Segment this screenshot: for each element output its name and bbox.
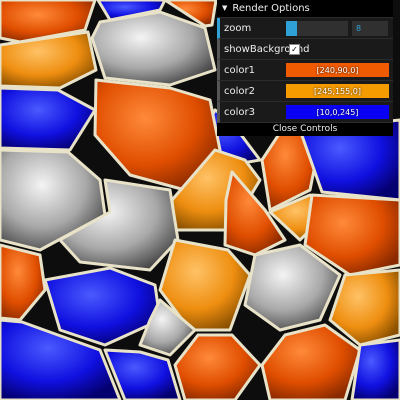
glass-cell	[350, 338, 400, 400]
zoom-slider[interactable]	[286, 20, 348, 36]
zoom-label: zoom	[224, 22, 252, 34]
folder-title: Render Options	[232, 3, 310, 14]
color1-swatch[interactable]: [240,90,0]	[286, 63, 389, 77]
color1-control: color1 [240,90,0]	[217, 60, 393, 81]
show-background-checkbox[interactable]: ✓	[289, 43, 300, 55]
color2-swatch[interactable]: [245,155,0]	[286, 84, 389, 98]
zoom-slider-fill	[286, 20, 298, 36]
close-controls-button[interactable]: Close Controls	[217, 123, 393, 136]
controls-panel: ▼ Render Options zoom 8 showBackground ✓ …	[217, 0, 393, 136]
color2-control: color2 [245,155,0]	[217, 81, 393, 102]
zoom-control: zoom 8	[217, 18, 393, 39]
color3-swatch[interactable]: [10,0,245]	[286, 105, 389, 119]
caret-down-icon: ▼	[222, 4, 228, 12]
color1-label: color1	[224, 64, 255, 76]
render-options-folder[interactable]: ▼ Render Options	[217, 0, 393, 18]
color3-label: color3	[224, 106, 255, 118]
color2-label: color2	[224, 85, 255, 97]
zoom-input[interactable]: 8	[352, 20, 388, 36]
show-background-label: showBackground	[224, 43, 310, 55]
show-background-control: showBackground ✓	[217, 39, 393, 60]
color3-control: color3 [10,0,245]	[217, 102, 393, 123]
